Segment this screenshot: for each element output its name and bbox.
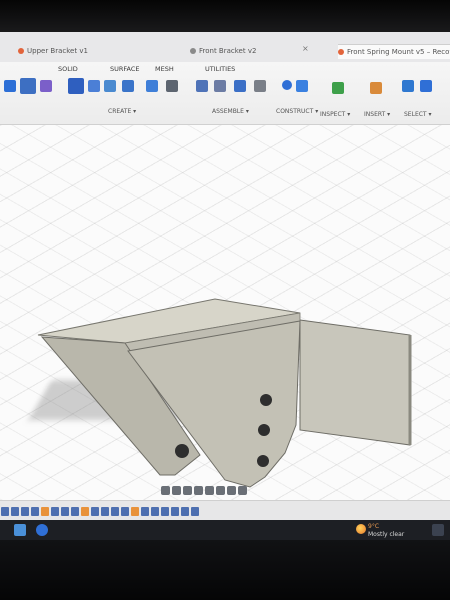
group-create[interactable]: CREATE ▾ bbox=[108, 108, 136, 115]
tab-utilities[interactable]: UTILITIES bbox=[205, 65, 235, 73]
close-tab-icon[interactable]: × bbox=[302, 44, 309, 53]
mounting-plate[interactable] bbox=[299, 319, 411, 446]
tab-label: Front Bracket v2 bbox=[199, 47, 257, 55]
add-icon[interactable] bbox=[282, 80, 292, 90]
group-inspect[interactable]: INSPECT ▾ bbox=[320, 111, 350, 118]
zoom-icon[interactable] bbox=[194, 486, 203, 495]
fusion-doc-icon bbox=[338, 49, 344, 55]
look-at-icon[interactable] bbox=[172, 486, 181, 495]
timeline-feature[interactable] bbox=[151, 507, 159, 516]
grid-settings-icon[interactable] bbox=[227, 486, 236, 495]
start-icon[interactable] bbox=[14, 524, 26, 536]
browser-icon[interactable] bbox=[36, 524, 48, 536]
fit-icon[interactable] bbox=[205, 486, 214, 495]
rigid-group-icon[interactable] bbox=[254, 80, 266, 92]
gusset-hole bbox=[175, 444, 189, 458]
measure-icon[interactable] bbox=[370, 82, 382, 94]
tab-upper-bracket[interactable]: Upper Bracket v1 bbox=[18, 44, 128, 58]
joint-origin-icon[interactable] bbox=[234, 80, 246, 92]
weather-temperature: 9°C bbox=[368, 523, 380, 530]
timeline-feature[interactable] bbox=[161, 507, 169, 516]
tab-label: Upper Bracket v1 bbox=[27, 47, 88, 55]
move-icon[interactable] bbox=[166, 80, 178, 92]
fusion-doc-icon bbox=[18, 48, 24, 54]
timeline-feature[interactable] bbox=[71, 507, 79, 516]
bolt-hole-top bbox=[260, 394, 272, 406]
tab-front-spring-mount[interactable]: Front Spring Mount v5 – Recovered bbox=[338, 44, 450, 59]
weather-description: Mostly clear bbox=[368, 531, 405, 538]
timeline-feature[interactable] bbox=[21, 507, 29, 516]
group-assemble[interactable]: ASSEMBLE ▾ bbox=[212, 108, 249, 115]
pan-icon[interactable] bbox=[183, 486, 192, 495]
timeline-feature[interactable] bbox=[41, 507, 49, 516]
system-tray-icon[interactable] bbox=[432, 524, 444, 536]
sketch-icon[interactable] bbox=[20, 78, 36, 94]
select-icon[interactable] bbox=[420, 80, 432, 92]
timeline-feature[interactable] bbox=[171, 507, 179, 516]
timeline-feature[interactable] bbox=[111, 507, 119, 516]
monitor-bezel-top bbox=[0, 0, 450, 34]
design-toolbar: SOLID SURFACE MESH UTILITIES CREATE ▾ AS… bbox=[0, 62, 450, 125]
tab-surface[interactable]: SURFACE bbox=[110, 65, 140, 73]
display-settings-icon[interactable] bbox=[216, 486, 225, 495]
joint-icon[interactable] bbox=[196, 80, 208, 92]
timeline-feature[interactable] bbox=[11, 507, 19, 516]
group-construct[interactable]: CONSTRUCT ▾ bbox=[276, 108, 318, 115]
app-window: Upper Bracket v1 Front Bracket v2 Front … bbox=[0, 32, 450, 522]
timeline-feature[interactable] bbox=[101, 507, 109, 516]
as-built-joint-icon[interactable] bbox=[214, 80, 226, 92]
shell-icon[interactable] bbox=[122, 80, 134, 92]
tab-solid[interactable]: SOLID bbox=[58, 65, 78, 73]
viewports-icon[interactable] bbox=[238, 486, 247, 495]
tab-label: Front Spring Mount v5 – Recovered bbox=[347, 48, 450, 56]
document-tab-bar: Upper Bracket v1 Front Bracket v2 Front … bbox=[0, 32, 450, 62]
form-icon[interactable] bbox=[40, 80, 52, 92]
timeline-feature[interactable] bbox=[91, 507, 99, 516]
bolt-hole-bottom bbox=[257, 455, 269, 467]
new-component-icon[interactable] bbox=[68, 78, 84, 94]
data-panel-icon[interactable] bbox=[4, 80, 16, 92]
offset-plane-icon[interactable] bbox=[332, 82, 344, 94]
orbit-icon[interactable] bbox=[161, 486, 170, 495]
insert-icon[interactable] bbox=[402, 80, 414, 92]
timeline-feature[interactable] bbox=[31, 507, 39, 516]
revolve-icon[interactable] bbox=[104, 80, 116, 92]
timeline-feature[interactable] bbox=[81, 507, 89, 516]
timeline-feature[interactable] bbox=[121, 507, 129, 516]
group-insert[interactable]: INSERT ▾ bbox=[364, 111, 390, 118]
weather-icon bbox=[356, 524, 366, 534]
bracket-model[interactable] bbox=[0, 125, 450, 522]
group-select[interactable]: SELECT ▾ bbox=[404, 111, 432, 118]
bolt-hole-middle bbox=[258, 424, 270, 436]
feature-timeline bbox=[0, 500, 450, 522]
timeline-feature[interactable] bbox=[1, 507, 9, 516]
monitor-bezel-bottom bbox=[0, 540, 450, 600]
tab-mesh[interactable]: MESH bbox=[155, 65, 174, 73]
weather-widget[interactable]: 9°C Mostly clear bbox=[368, 523, 404, 539]
timeline-feature[interactable] bbox=[61, 507, 69, 516]
timeline-feature[interactable] bbox=[131, 507, 139, 516]
tab-front-bracket[interactable]: Front Bracket v2 bbox=[190, 44, 290, 58]
fillet-icon[interactable] bbox=[146, 80, 158, 92]
timeline-feature[interactable] bbox=[181, 507, 189, 516]
os-taskbar: 9°C Mostly clear bbox=[0, 520, 450, 542]
timeline-feature[interactable] bbox=[191, 507, 199, 516]
fusion-doc-icon bbox=[190, 48, 196, 54]
sheet-metal-icon[interactable] bbox=[296, 80, 308, 92]
timeline-feature[interactable] bbox=[51, 507, 59, 516]
extrude-icon[interactable] bbox=[88, 80, 100, 92]
timeline-feature[interactable] bbox=[141, 507, 149, 516]
navigation-bar bbox=[160, 482, 270, 496]
design-canvas[interactable] bbox=[0, 125, 450, 522]
